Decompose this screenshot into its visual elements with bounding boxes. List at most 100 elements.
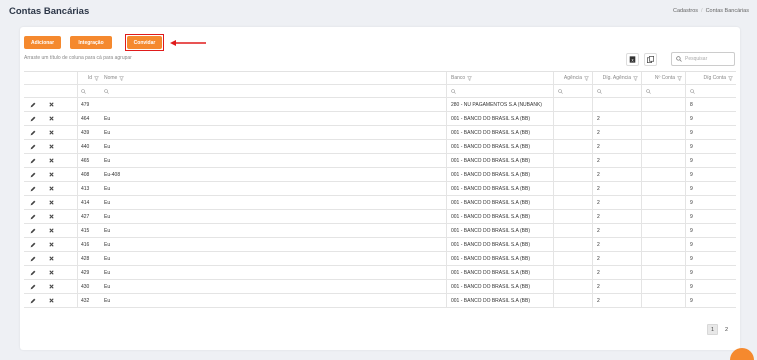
delete-icon[interactable] — [46, 266, 56, 279]
edit-icon[interactable] — [28, 140, 38, 153]
column-header-agencia[interactable]: Agência — [553, 72, 592, 84]
cell-banco: 001 - BANCO DO BRASIL S.A (BB) — [446, 252, 553, 265]
filter-cell-banco[interactable] — [446, 85, 553, 97]
delete-icon[interactable] — [46, 294, 56, 307]
page-header: Contas Bancárias Cadastros / Contas Banc… — [0, 0, 757, 22]
filter-cell-dig-agencia[interactable] — [592, 85, 641, 97]
filter-cell-num-conta[interactable] — [641, 85, 685, 97]
delete-icon[interactable] — [46, 238, 56, 251]
filter-icon[interactable] — [728, 75, 733, 81]
edit-icon[interactable] — [28, 252, 38, 265]
cell-dig-conta: 9 — [685, 224, 736, 237]
breadcrumb-item-cadastros[interactable]: Cadastros — [673, 8, 698, 14]
edit-icon[interactable] — [28, 196, 38, 209]
cell-num-conta — [641, 140, 685, 153]
table-row[interactable]: 415 Eu 001 - BANCO DO BRASIL S.A (BB) 2 9 — [24, 224, 736, 238]
floating-action-button[interactable] — [730, 348, 754, 360]
table-row[interactable]: 414 Eu 001 - BANCO DO BRASIL S.A (BB) 2 9 — [24, 196, 736, 210]
filter-icon[interactable] — [119, 75, 125, 81]
breadcrumb-separator: / — [701, 8, 703, 14]
filter-icon[interactable] — [94, 75, 99, 81]
filter-icon[interactable] — [467, 75, 473, 81]
cell-agencia — [553, 154, 592, 167]
column-header-id[interactable]: Id — [77, 72, 102, 84]
data-grid: Id Nome Banco Agência Díg. Agência Nº Co… — [24, 71, 736, 308]
edit-icon[interactable] — [28, 210, 38, 223]
filter-cell-nome[interactable] — [102, 85, 446, 97]
delete-icon[interactable] — [46, 224, 56, 237]
table-row[interactable]: 479 280 - NU PAGAMENTOS S.A (NUBANK) 8 — [24, 98, 736, 112]
delete-icon[interactable] — [46, 154, 56, 167]
convidar-highlight: Convidar — [125, 34, 164, 51]
export-excel-button[interactable]: x — [626, 53, 639, 66]
filter-cell-agencia[interactable] — [553, 85, 592, 97]
column-header-nome[interactable]: Nome — [102, 72, 446, 84]
cell-nome: Eu — [104, 241, 111, 248]
delete-icon[interactable] — [46, 280, 56, 293]
cell-dig-agencia: 2 — [592, 140, 641, 153]
table-row[interactable]: 439 Eu 001 - BANCO DO BRASIL S.A (BB) 2 9 — [24, 126, 736, 140]
table-row[interactable]: 432 Eu 001 - BANCO DO BRASIL S.A (BB) 2 9 — [24, 294, 736, 308]
table-row[interactable]: 427 Eu 001 - BANCO DO BRASIL S.A (BB) 2 9 — [24, 210, 736, 224]
edit-icon[interactable] — [28, 294, 38, 307]
table-row[interactable]: 408 Eu-408 001 - BANCO DO BRASIL S.A (BB) 2… — [24, 168, 736, 182]
delete-icon[interactable] — [46, 126, 56, 139]
delete-icon[interactable] — [46, 252, 56, 265]
delete-icon[interactable] — [46, 196, 56, 209]
column-header-label: Agência — [563, 75, 582, 81]
filter-icon[interactable] — [633, 75, 638, 81]
table-row[interactable]: 464 Eu 001 - BANCO DO BRASIL S.A (BB) 2 9 — [24, 112, 736, 126]
edit-icon[interactable] — [28, 126, 38, 139]
edit-icon[interactable] — [28, 98, 38, 111]
column-chooser-button[interactable] — [644, 53, 657, 66]
edit-icon[interactable] — [28, 266, 38, 279]
page-button-2[interactable]: 2 — [721, 324, 732, 335]
table-row[interactable]: 440 Eu 001 - BANCO DO BRASIL S.A (BB) 2 9 — [24, 140, 736, 154]
filter-icon[interactable] — [584, 75, 589, 81]
column-header-dig-conta[interactable]: Díg Conta — [685, 72, 736, 84]
edit-icon[interactable] — [28, 112, 38, 125]
cell-num-conta — [641, 182, 685, 195]
page-button-1[interactable]: 1 — [707, 324, 718, 335]
cell-banco: 001 - BANCO DO BRASIL S.A (BB) — [446, 112, 553, 125]
filter-cell-id[interactable] — [77, 85, 102, 97]
integracao-button[interactable]: Integração — [70, 36, 112, 49]
delete-icon[interactable] — [46, 210, 56, 223]
table-row[interactable]: 429 Eu 001 - BANCO DO BRASIL S.A (BB) 2 9 — [24, 266, 736, 280]
filter-cell-dig-conta[interactable] — [685, 85, 736, 97]
cell-num-conta — [641, 98, 685, 111]
cell-id: 427 — [77, 210, 102, 223]
table-row[interactable]: 430 Eu 001 - BANCO DO BRASIL S.A (BB) 2 9 — [24, 280, 736, 294]
column-header-dig-agencia[interactable]: Díg. Agência — [592, 72, 641, 84]
edit-icon[interactable] — [28, 238, 38, 251]
cell-dig-agencia: 2 — [592, 210, 641, 223]
cell-num-conta — [641, 196, 685, 209]
table-row[interactable]: 416 Eu 001 - BANCO DO BRASIL S.A (BB) 2 9 — [24, 238, 736, 252]
edit-icon[interactable] — [28, 182, 38, 195]
filter-icon[interactable] — [677, 75, 682, 81]
delete-icon[interactable] — [46, 98, 56, 111]
adicionar-button[interactable]: Adicionar — [24, 36, 61, 49]
table-row[interactable]: 465 Eu 001 - BANCO DO BRASIL S.A (BB) 2 9 — [24, 154, 736, 168]
edit-icon[interactable] — [28, 168, 38, 181]
edit-icon[interactable] — [28, 224, 38, 237]
cell-agencia — [553, 196, 592, 209]
delete-icon[interactable] — [46, 112, 56, 125]
cell-id: 428 — [77, 252, 102, 265]
column-header-banco[interactable]: Banco — [446, 72, 553, 84]
cell-dig-conta: 9 — [685, 182, 736, 195]
delete-icon[interactable] — [46, 182, 56, 195]
delete-icon[interactable] — [46, 168, 56, 181]
table-row[interactable]: 413 Eu 001 - BANCO DO BRASIL S.A (BB) 2 9 — [24, 182, 736, 196]
cell-agencia — [553, 112, 592, 125]
cell-banco: 001 - BANCO DO BRASIL S.A (BB) — [446, 266, 553, 279]
cell-id: 440 — [77, 140, 102, 153]
convidar-button[interactable]: Convidar — [127, 36, 162, 49]
table-row[interactable]: 428 Eu 001 - BANCO DO BRASIL S.A (BB) 2 9 — [24, 252, 736, 266]
cell-id: 439 — [77, 126, 102, 139]
column-header-num-conta[interactable]: Nº Conta — [641, 72, 685, 84]
search-input[interactable] — [685, 56, 733, 62]
delete-icon[interactable] — [46, 140, 56, 153]
edit-icon[interactable] — [28, 154, 38, 167]
edit-icon[interactable] — [28, 280, 38, 293]
